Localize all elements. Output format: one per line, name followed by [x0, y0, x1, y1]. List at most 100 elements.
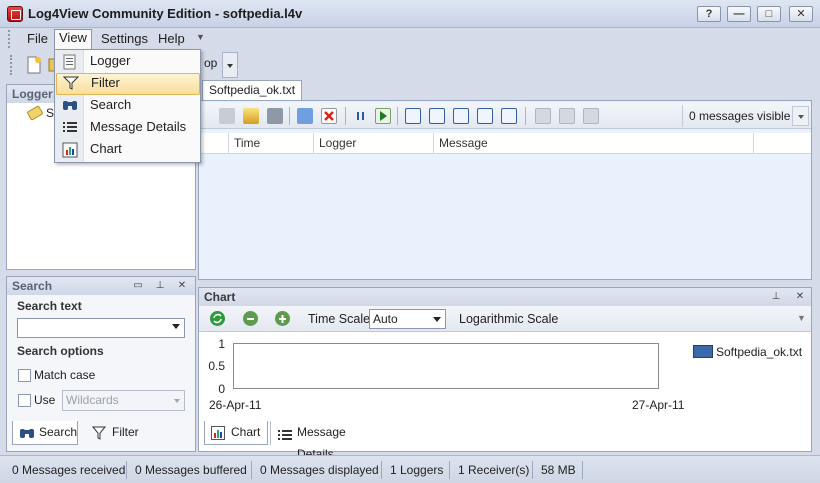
copy-icon[interactable] [297, 108, 313, 124]
match-case-label[interactable]: Match case [34, 368, 95, 382]
tab-message-details[interactable]: Message Details [270, 421, 382, 461]
tab-chart[interactable]: Chart [204, 421, 268, 445]
column-time[interactable]: Time [229, 133, 314, 153]
status-separator [582, 461, 583, 479]
view-menu-item-search[interactable]: Search [56, 95, 200, 117]
status-separator [251, 461, 252, 479]
tab-search[interactable]: Search [12, 421, 78, 445]
use-checkbox[interactable] [18, 394, 31, 407]
use-mode-value: Wildcards [66, 393, 119, 407]
chart-pane-title: Chart [199, 288, 811, 306]
time-scale-select[interactable]: Auto [369, 309, 446, 329]
search-text-input[interactable] [17, 318, 185, 338]
y-tick-label: 0 [218, 382, 225, 396]
level-warn-icon[interactable] [477, 108, 493, 124]
logger-icon [62, 54, 78, 70]
x-tick-label: 26-Apr-11 [209, 398, 262, 412]
level-debug-icon[interactable] [429, 108, 445, 124]
previous-icon[interactable] [559, 108, 575, 124]
column-logger[interactable]: Logger [314, 133, 434, 153]
close-button[interactable]: ✕ [789, 6, 813, 22]
view-menu-item-logger-label: Logger [90, 53, 131, 68]
separator [397, 107, 398, 125]
save-icon[interactable] [243, 108, 259, 124]
logarithmic-scale-toggle[interactable]: Logarithmic Scale [459, 312, 558, 326]
menubar-grip[interactable] [8, 30, 11, 48]
chevron-down-icon[interactable]: ▼ [196, 32, 205, 42]
pin-icon[interactable]: ⊥ [770, 291, 782, 303]
menu-settings[interactable]: Settings [97, 31, 152, 49]
app-icon [7, 6, 23, 22]
view-menu-item-message-details[interactable]: Message Details [56, 117, 200, 139]
column-message[interactable]: Message [434, 133, 754, 153]
status-separator [381, 461, 382, 479]
level-error-icon[interactable] [501, 108, 517, 124]
chart-plot-area [233, 343, 659, 389]
pause-icon[interactable] [353, 108, 369, 124]
use-mode-select[interactable]: Wildcards [62, 390, 185, 411]
view-menu-item-chart-label: Chart [90, 141, 122, 156]
binoculars-icon [19, 425, 35, 447]
play-icon[interactable] [375, 108, 391, 124]
menu-bar: File View Settings Help ▼ [0, 28, 820, 51]
view-menu-item-filter[interactable]: Filter [56, 73, 200, 95]
clear-icon[interactable] [219, 108, 235, 124]
search-pane-title: Search [7, 277, 195, 295]
maximize-button[interactable]: □ [757, 6, 781, 22]
list-icon [62, 120, 78, 134]
bookmark-icon[interactable] [535, 108, 551, 124]
list-icon [278, 426, 292, 448]
delete-icon[interactable] [321, 108, 337, 124]
messages-visible-count: 0 messages visible [682, 105, 794, 127]
use-label[interactable]: Use [34, 393, 55, 407]
zoom-in-icon[interactable] [275, 311, 290, 326]
chevron-down-icon[interactable]: ▼ [797, 313, 806, 323]
bar-chart-icon [62, 142, 78, 158]
status-separator [449, 461, 450, 479]
status-memory: 58 MB [541, 463, 576, 477]
toolbar-partial-label[interactable]: op [204, 56, 217, 70]
tab-filter[interactable]: Filter [86, 421, 146, 445]
level-trace-icon[interactable] [405, 108, 421, 124]
dropdown-arrow-icon [433, 317, 441, 322]
chevron-down-icon[interactable] [792, 106, 809, 126]
view-menu-item-message-details-label: Message Details [90, 119, 187, 134]
status-separator [532, 461, 533, 479]
match-case-checkbox[interactable] [18, 369, 31, 382]
window-position-icon[interactable]: ▭ [132, 280, 144, 292]
title-bar[interactable]: Log4View Community Edition - softpedia.l… [0, 0, 820, 28]
pin-icon[interactable]: ⊥ [154, 280, 166, 292]
tab-softpedia-ok-txt[interactable]: Softpedia_ok.txt [202, 80, 302, 101]
help-button[interactable]: ? [697, 6, 721, 22]
close-icon[interactable]: ✕ [176, 280, 188, 292]
toolbar-grip[interactable] [10, 55, 13, 75]
dropdown-arrow-icon[interactable] [172, 324, 180, 329]
window-title: Log4View Community Edition - softpedia.l… [28, 6, 303, 21]
view-menu-item-chart[interactable]: Chart [56, 139, 200, 161]
close-icon[interactable]: ✕ [794, 291, 806, 303]
separator [289, 107, 290, 125]
print-icon[interactable] [267, 108, 283, 124]
next-icon[interactable] [583, 108, 599, 124]
time-scale-value: Auto [373, 312, 398, 326]
x-tick-label: 27-Apr-11 [632, 398, 685, 412]
status-messages-buffered: 0 Messages buffered [135, 463, 247, 477]
column-indicator[interactable] [199, 133, 229, 153]
menu-file[interactable]: File [23, 31, 52, 49]
separator [345, 107, 346, 125]
y-tick-label: 1 [218, 337, 225, 351]
zoom-out-icon[interactable] [243, 311, 258, 326]
menu-view[interactable]: View [54, 29, 92, 51]
tab-chart-label: Chart [231, 425, 261, 439]
view-menu-item-filter-label: Filter [91, 75, 120, 90]
search-options-label: Search options [17, 344, 104, 358]
view-menu-item-logger[interactable]: Logger [56, 51, 200, 73]
status-receivers: 1 Receiver(s) [458, 463, 530, 477]
new-file-icon[interactable] [26, 56, 44, 74]
view-menu-item-search-label: Search [90, 97, 132, 112]
menu-help[interactable]: Help [154, 31, 189, 49]
minimize-button[interactable]: — [727, 6, 751, 22]
refresh-icon[interactable] [210, 311, 225, 326]
toolbar-overflow-button[interactable] [222, 52, 238, 78]
level-info-icon[interactable] [453, 108, 469, 124]
